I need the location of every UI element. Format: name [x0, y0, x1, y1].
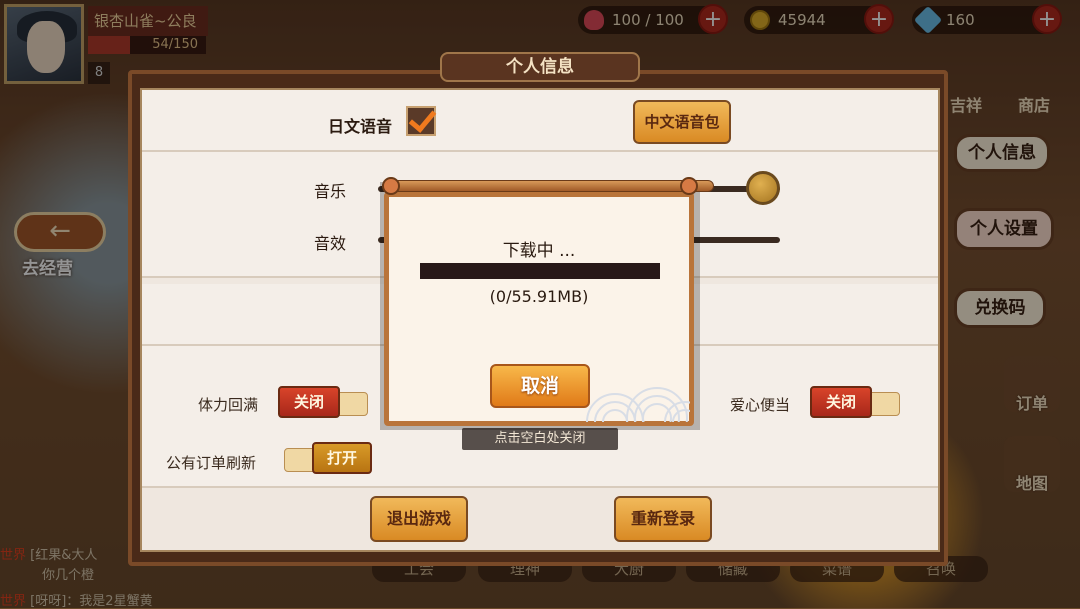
download-progress-bar [420, 263, 660, 279]
relogin-button[interactable]: 重新登录 [614, 496, 712, 542]
public-order-refresh-label: 公有订单刷新 [166, 454, 257, 472]
tap-to-close-hint: 点击空白处关闭 [462, 428, 618, 450]
music-slider-knob[interactable] [746, 171, 780, 205]
download-title: 下载中 ... [502, 241, 576, 261]
cancel-download-button[interactable]: 取消 [490, 364, 590, 408]
scroll-rod-end-icon [680, 177, 698, 195]
music-label: 音乐 [314, 182, 347, 201]
scroll-rod-end-icon [382, 177, 400, 195]
japanese-voice-label: 日文语音 [328, 117, 393, 136]
voice-section [142, 90, 938, 152]
panel-title: 个人信息 [440, 52, 640, 82]
sfx-label: 音效 [314, 234, 347, 253]
wave-pattern-icon [586, 387, 690, 422]
bento-label: 爱心便当 [730, 396, 791, 414]
stamina-full-toggle-knob[interactable]: 关闭 [278, 386, 340, 418]
chinese-voice-pack-button[interactable]: 中文语音包 [633, 100, 731, 144]
logout-button[interactable]: 退出游戏 [370, 496, 468, 542]
japanese-voice-checkbox[interactable] [406, 106, 436, 136]
bento-toggle-knob[interactable]: 关闭 [810, 386, 872, 418]
download-size-text: (0/55.91MB) [489, 287, 589, 306]
public-order-refresh-toggle-knob[interactable]: 打开 [312, 442, 372, 474]
scroll-rod [382, 180, 714, 192]
stamina-full-label: 体力回满 [198, 396, 259, 414]
